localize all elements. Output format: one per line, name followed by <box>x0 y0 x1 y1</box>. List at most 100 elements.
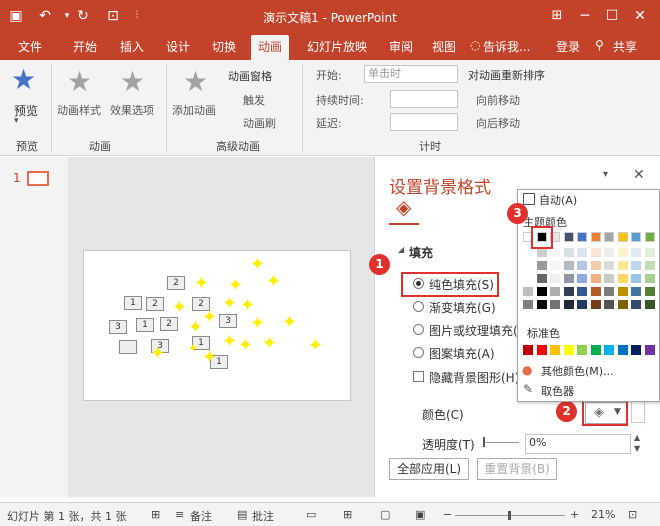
duration-input[interactable] <box>390 90 458 108</box>
slide[interactable]: 2 1 2 2 3 1 2 3 3 1 1 ✦ ✦ ✦ ✦ ✦ ✦ ✦ ✦ ✦ … <box>83 250 351 401</box>
normal-view-icon[interactable]: ▭ <box>306 508 316 521</box>
theme-shade-swatch[interactable] <box>644 274 655 283</box>
trigger-button[interactable]: 触发 <box>243 92 265 108</box>
effect-options-button[interactable]: 效果选项 <box>110 102 154 118</box>
section-collapse-icon[interactable]: ◢ <box>398 245 404 254</box>
standard-color-swatch[interactable] <box>536 345 547 355</box>
spin-up-icon[interactable]: ▲ <box>634 433 640 442</box>
minimize-icon[interactable]: ─ <box>576 7 594 25</box>
theme-shade-swatch[interactable] <box>563 261 574 270</box>
zoom-out-icon[interactable]: − <box>443 508 452 521</box>
theme-shade-swatch[interactable] <box>617 261 628 270</box>
theme-shade-swatch[interactable] <box>577 300 587 309</box>
theme-color-swatch[interactable] <box>617 232 628 242</box>
theme-shade-swatch[interactable] <box>536 274 547 283</box>
theme-shade-swatch[interactable] <box>563 274 574 283</box>
transparency-slider[interactable] <box>483 442 519 443</box>
theme-shade-swatch[interactable] <box>617 248 628 257</box>
slide-thumbnail[interactable] <box>27 171 49 186</box>
theme-shade-swatch[interactable] <box>590 261 601 270</box>
pattern-fill-label[interactable]: 图案填充(A) <box>429 345 495 362</box>
theme-shade-swatch[interactable] <box>563 287 574 296</box>
theme-shade-swatch[interactable] <box>631 287 641 296</box>
zoom-level[interactable]: 21% <box>591 508 615 521</box>
close-window-icon[interactable]: ✕ <box>631 7 649 25</box>
theme-shade-swatch[interactable] <box>631 248 641 257</box>
theme-shade-swatch[interactable] <box>644 287 655 296</box>
theme-shade-swatch[interactable] <box>604 287 614 296</box>
theme-shade-swatch[interactable] <box>523 261 533 270</box>
hide-bg-label[interactable]: 隐藏背景图形(H) <box>429 369 519 386</box>
theme-color-swatch[interactable] <box>577 232 587 242</box>
standard-color-swatch[interactable] <box>617 345 628 355</box>
theme-shade-swatch[interactable] <box>590 287 601 296</box>
anim-style-button[interactable]: 动画样式 <box>57 102 101 118</box>
theme-shade-swatch[interactable] <box>577 274 587 283</box>
slider-thumb[interactable] <box>483 437 485 447</box>
theme-shade-swatch[interactable] <box>644 300 655 309</box>
tab-view[interactable]: 视图 <box>432 38 456 55</box>
tab-slideshow[interactable]: 幻灯片放映 <box>307 38 367 55</box>
picture-fill-label[interactable]: 图片或纹理填充(P) <box>429 322 530 339</box>
notes-button[interactable]: 备注 <box>190 508 212 524</box>
automatic-option[interactable]: 自动(A) <box>539 192 577 208</box>
theme-shade-swatch[interactable] <box>617 274 628 283</box>
theme-shade-swatch[interactable] <box>577 248 587 257</box>
theme-shade-swatch[interactable] <box>550 300 560 309</box>
share-button[interactable]: 共享 <box>613 38 637 55</box>
theme-shade-swatch[interactable] <box>523 248 533 257</box>
standard-color-swatch[interactable] <box>590 345 601 355</box>
standard-color-swatch[interactable] <box>550 345 560 355</box>
zoom-in-icon[interactable]: + <box>570 508 579 521</box>
tab-file[interactable]: 文件 <box>18 38 42 55</box>
login-link[interactable]: 登录 <box>556 38 580 55</box>
theme-shade-swatch[interactable] <box>590 300 601 309</box>
apply-all-button[interactable]: 全部应用(L) <box>389 458 469 480</box>
standard-color-swatch[interactable] <box>604 345 614 355</box>
hide-bg-checkbox[interactable] <box>413 371 424 382</box>
theme-shade-swatch[interactable] <box>617 300 628 309</box>
tab-animations[interactable]: 动画 <box>251 35 290 60</box>
tab-home[interactable]: 开始 <box>73 38 97 55</box>
automatic-swatch[interactable] <box>523 193 535 205</box>
delay-input[interactable] <box>390 113 458 131</box>
move-earlier-button[interactable]: 向前移动 <box>476 92 520 108</box>
theme-shade-swatch[interactable] <box>536 261 547 270</box>
standard-color-swatch[interactable] <box>563 345 574 355</box>
theme-shade-swatch[interactable] <box>536 287 547 296</box>
start-select[interactable]: 单击时 <box>364 65 458 83</box>
comments-icon[interactable]: ▤ <box>237 508 247 521</box>
paint-bucket-icon[interactable]: ◈ <box>396 195 411 219</box>
close-pane-icon[interactable]: ✕ <box>633 167 645 183</box>
theme-shade-swatch[interactable] <box>536 300 547 309</box>
theme-shade-swatch[interactable] <box>563 300 574 309</box>
standard-color-swatch[interactable] <box>577 345 587 355</box>
theme-color-swatch[interactable] <box>604 232 614 242</box>
transparency-input[interactable]: 0% <box>525 434 631 454</box>
move-later-button[interactable]: 向后移动 <box>476 115 520 131</box>
gradient-fill-radio[interactable] <box>413 301 424 312</box>
spin-down-icon[interactable]: ▼ <box>634 444 640 453</box>
add-anim-button[interactable]: 添加动画 <box>172 102 216 118</box>
standard-color-swatch[interactable] <box>644 345 655 355</box>
pattern-fill-radio[interactable] <box>413 347 424 358</box>
theme-shade-swatch[interactable] <box>604 261 614 270</box>
comments-button[interactable]: 批注 <box>252 508 274 524</box>
theme-shade-swatch[interactable] <box>590 274 601 283</box>
standard-color-swatch[interactable] <box>523 345 533 355</box>
theme-shade-swatch[interactable] <box>617 287 628 296</box>
standard-color-swatch[interactable] <box>631 345 641 355</box>
tab-transitions[interactable]: 切换 <box>212 38 236 55</box>
theme-shade-swatch[interactable] <box>550 248 560 257</box>
theme-shade-swatch[interactable] <box>631 300 641 309</box>
theme-shade-swatch[interactable] <box>550 261 560 270</box>
tab-review[interactable]: 审阅 <box>389 38 413 55</box>
tab-insert[interactable]: 插入 <box>120 38 144 55</box>
preview-star-icon[interactable]: ★ <box>11 66 36 94</box>
theme-shade-swatch[interactable] <box>523 300 533 309</box>
theme-color-swatch[interactable] <box>563 232 574 242</box>
theme-color-swatch[interactable] <box>590 232 601 242</box>
theme-shade-swatch[interactable] <box>590 248 601 257</box>
reset-bg-button[interactable]: 重置背景(B) <box>477 458 557 480</box>
spelling-icon[interactable]: ⊞ <box>151 508 160 521</box>
